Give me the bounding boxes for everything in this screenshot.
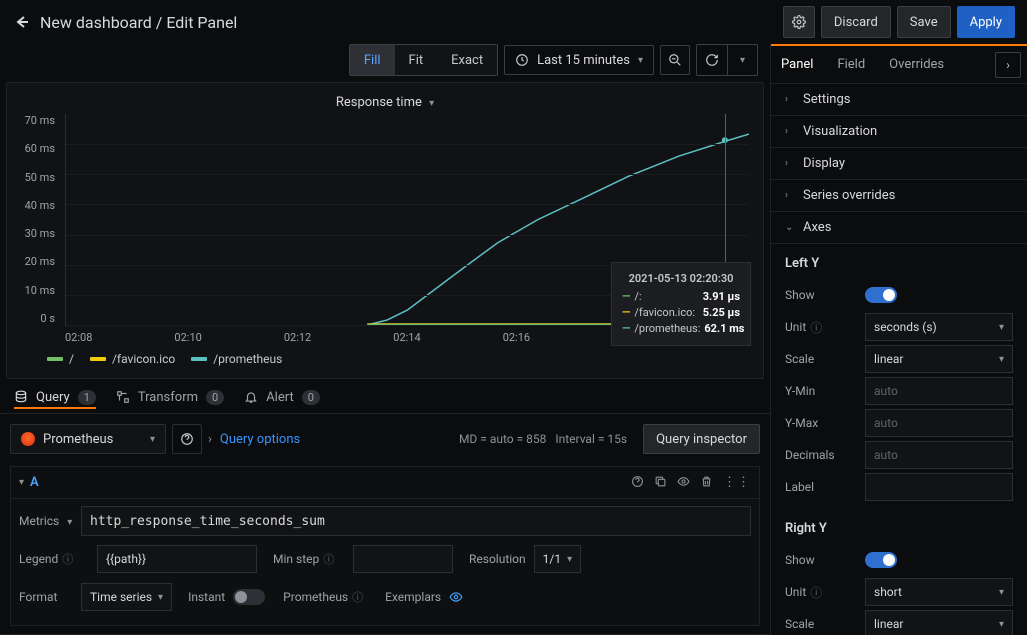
chart-viz[interactable]: 70 ms60 ms50 ms40 ms30 ms20 ms10 ms0 s 0… <box>17 114 753 344</box>
format-select[interactable]: Time series▾ <box>81 583 172 611</box>
section-axes[interactable]: ⌄Axes <box>771 212 1027 244</box>
discard-button[interactable]: Discard <box>821 6 891 38</box>
instant-toggle[interactable] <box>233 589 265 605</box>
chevron-down-icon: ▾ <box>150 434 155 445</box>
tooltip-timestamp: 2021-05-13 02:20:30 <box>622 271 740 287</box>
chart-legend: / /favicon.ico/prometheus <box>17 344 753 368</box>
help-icon[interactable] <box>631 475 644 490</box>
view-mode-segmented: Fill Fit Exact <box>349 44 498 76</box>
chevron-right-icon[interactable]: › <box>208 432 212 447</box>
side-tab-field[interactable]: Field <box>837 45 865 84</box>
view-exact[interactable]: Exact <box>437 45 497 75</box>
left-y-scale-select[interactable]: linear▾ <box>865 345 1013 373</box>
metrics-label: Metrics <box>19 514 73 528</box>
panel-settings-gear[interactable] <box>783 6 815 38</box>
section-display[interactable]: ›Display <box>771 148 1027 180</box>
left-y-min-input[interactable] <box>865 377 1013 405</box>
format-label: Format <box>19 590 73 604</box>
legend-item[interactable]: / <box>47 352 74 366</box>
info-icon[interactable]: ⓘ <box>352 589 363 605</box>
legend-input[interactable] <box>97 545 257 573</box>
apply-button[interactable]: Apply <box>957 6 1015 38</box>
prometheus-label: Prometheus ⓘ <box>283 589 363 605</box>
view-fill[interactable]: Fill <box>350 45 395 75</box>
info-icon[interactable]: ⓘ <box>62 551 73 567</box>
right-y-unit-select[interactable]: short▾ <box>865 578 1013 606</box>
tab-alert[interactable]: Alert 0 <box>244 390 320 409</box>
chevron-down-icon: ▾ <box>638 55 643 66</box>
left-y-decimals-input[interactable] <box>865 441 1013 469</box>
query-ref-id[interactable]: A <box>30 475 39 490</box>
legend-item[interactable]: /favicon.ico <box>90 352 175 366</box>
chart-tooltip: 2021-05-13 02:20:30 —/:3.91 µs—/favicon.… <box>611 262 751 346</box>
view-fit[interactable]: Fit <box>395 45 438 75</box>
delete-icon[interactable] <box>700 475 713 490</box>
minstep-label: Min step ⓘ <box>273 551 345 567</box>
info-icon[interactable]: ⓘ <box>810 319 822 336</box>
tabs-scroll-right[interactable]: › <box>995 52 1021 78</box>
chevron-down-icon: ▾ <box>429 98 434 109</box>
query-meta: MD = auto = 858 Interval = 15s <box>459 432 627 446</box>
left-y-show-toggle[interactable] <box>865 287 897 303</box>
datasource-help-button[interactable] <box>172 424 202 454</box>
resolution-select[interactable]: 1/1▾ <box>534 545 581 573</box>
transform-icon <box>116 390 130 404</box>
left-y-unit-select[interactable]: seconds (s)▾ <box>865 313 1013 341</box>
minstep-input[interactable] <box>353 545 453 573</box>
section-visualization[interactable]: ›Visualization <box>771 116 1027 148</box>
clock-icon <box>515 53 529 67</box>
bell-icon <box>244 390 258 404</box>
exemplars-label: Exemplars <box>385 590 441 604</box>
time-range-picker[interactable]: Last 15 minutes ▾ <box>504 45 654 75</box>
drag-handle-icon[interactable]: ⋮⋮ <box>723 475 751 490</box>
metrics-input[interactable] <box>81 506 751 536</box>
collapse-toggle[interactable]: ▾ <box>19 477 24 488</box>
save-button[interactable]: Save <box>897 6 951 38</box>
toggle-visibility-icon[interactable] <box>677 475 690 490</box>
instant-label: Instant <box>188 590 225 604</box>
refresh-button[interactable] <box>697 45 727 75</box>
section-settings[interactable]: ›Settings <box>771 84 1027 116</box>
refresh-interval-dropdown[interactable]: ▾ <box>727 45 757 75</box>
time-range-label: Last 15 minutes <box>537 53 630 68</box>
exemplars-eye-icon[interactable] <box>449 590 463 604</box>
chevron-down-icon[interactable] <box>63 514 72 528</box>
database-icon <box>14 390 28 404</box>
y-tick-labels: 70 ms60 ms50 ms40 ms30 ms20 ms10 ms0 s <box>17 114 61 326</box>
panel-title[interactable]: Response time ▾ <box>17 89 753 114</box>
left-y-heading: Left Y <box>785 256 1013 271</box>
tab-query[interactable]: Query 1 <box>14 390 96 409</box>
resolution-label: Resolution <box>469 552 526 566</box>
back-arrow[interactable] <box>12 12 32 32</box>
datasource-select[interactable]: Prometheus ▾ <box>10 424 166 454</box>
right-y-heading: Right Y <box>785 521 1013 536</box>
zoom-out-button[interactable] <box>660 45 690 75</box>
left-y-max-input[interactable] <box>865 409 1013 437</box>
legend-label: Legend ⓘ <box>19 551 89 567</box>
query-inspector-button[interactable]: Query inspector <box>643 424 760 454</box>
tab-transform[interactable]: Transform 0 <box>116 390 224 409</box>
breadcrumb: New dashboard / Edit Panel <box>40 13 237 32</box>
side-tab-panel[interactable]: Panel <box>781 45 813 84</box>
right-y-scale-select[interactable]: linear▾ <box>865 610 1013 635</box>
query-count-badge: 1 <box>78 390 96 405</box>
legend-item[interactable]: /prometheus <box>191 352 282 366</box>
info-icon[interactable]: ⓘ <box>323 551 334 567</box>
duplicate-icon[interactable] <box>654 475 667 490</box>
left-y-label-input[interactable] <box>865 473 1013 501</box>
prometheus-logo-icon <box>21 432 35 446</box>
query-options-link[interactable]: Query options <box>220 432 300 447</box>
side-tab-overrides[interactable]: Overrides <box>889 45 944 84</box>
section-series-overrides[interactable]: ›Series overrides <box>771 180 1027 212</box>
info-icon[interactable]: ⓘ <box>810 584 822 601</box>
right-y-show-toggle[interactable] <box>865 552 897 568</box>
